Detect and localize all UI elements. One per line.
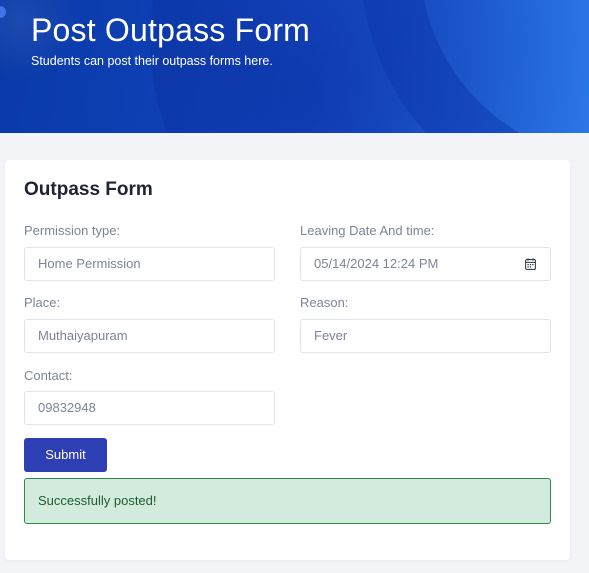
leaving-datetime-value: 05/14/2024 12:24 PM (314, 256, 439, 271)
contact-field[interactable]: 09832948 (24, 391, 275, 425)
permission-type-field[interactable]: Home Permission (24, 247, 275, 281)
page-header: Post Outpass Form Students can post thei… (0, 0, 589, 133)
page-subtitle: Students can post their outpass forms he… (31, 54, 273, 68)
place-label: Place: (24, 295, 61, 310)
place-field[interactable]: Muthaiyapuram (24, 319, 275, 353)
page-title: Post Outpass Form (31, 12, 311, 48)
calendar-icon[interactable] (525, 258, 536, 270)
form-title: Outpass Form (24, 179, 153, 200)
contact-label: Contact: (24, 368, 73, 383)
header-decoration (360, 0, 589, 133)
submit-button[interactable]: Submit (24, 438, 107, 472)
header-dot (0, 6, 6, 18)
success-alert: Successfully posted! (24, 478, 551, 524)
outpass-form-card: Outpass Form Permission type: Home Permi… (5, 160, 570, 560)
leaving-datetime-field[interactable]: 05/14/2024 12:24 PM (300, 247, 551, 281)
permission-type-label: Permission type: (24, 223, 121, 238)
reason-label: Reason: (300, 295, 349, 310)
leaving-datetime-label: Leaving Date And time: (300, 223, 435, 238)
reason-field[interactable]: Fever (300, 319, 551, 353)
